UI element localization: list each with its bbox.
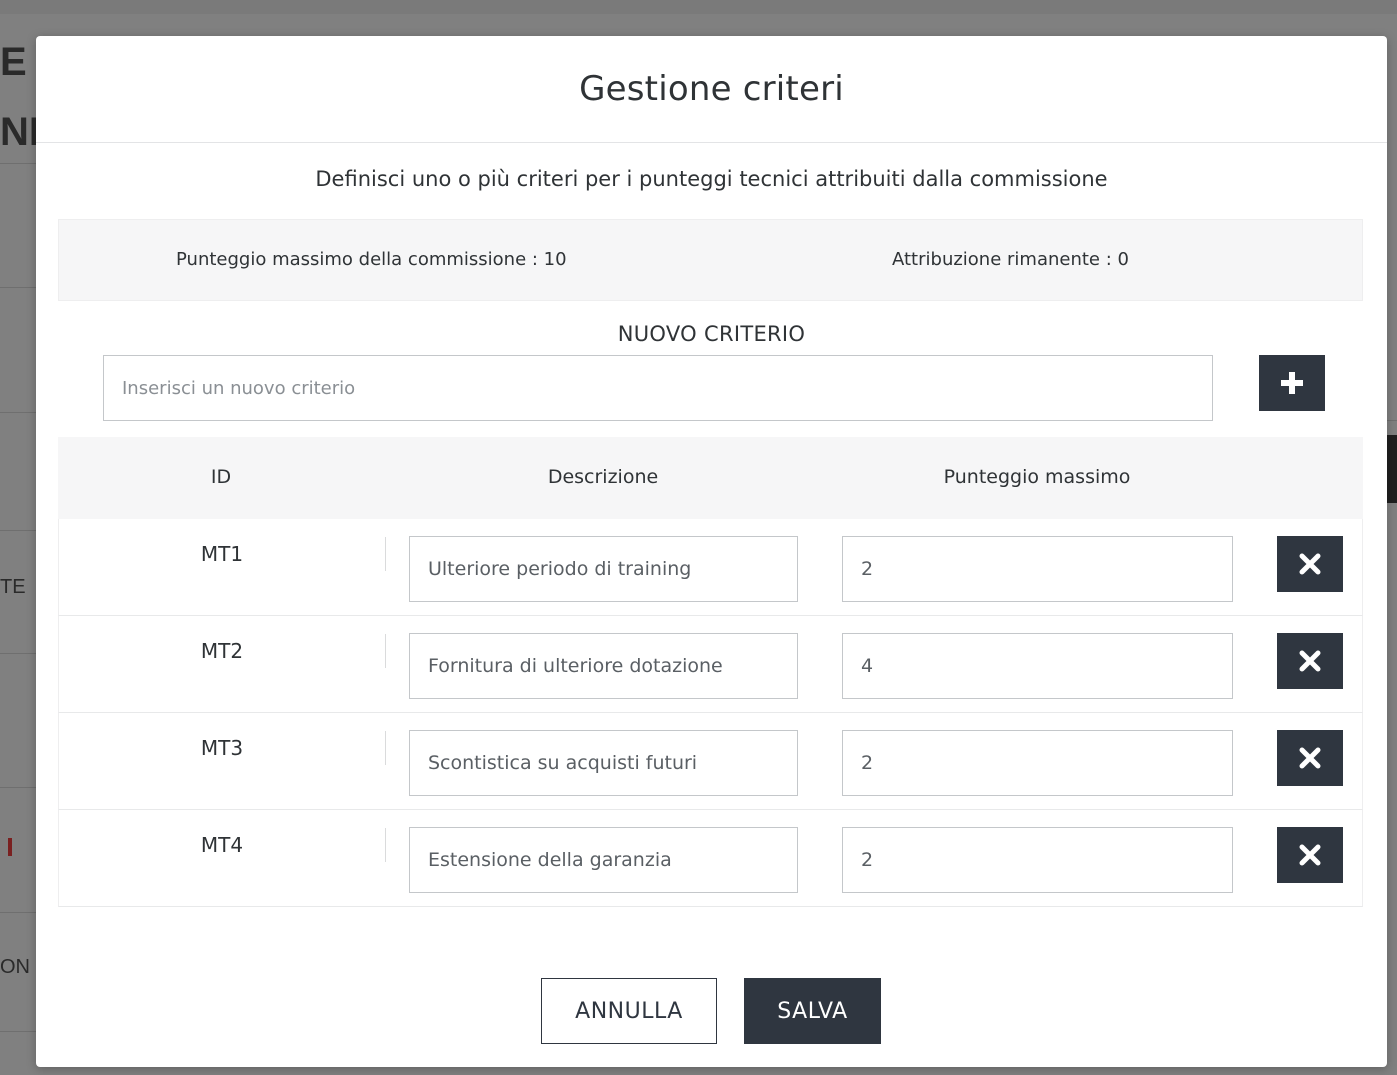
column-header-description: Descrizione [547, 466, 659, 488]
modal-title: Gestione criteri [579, 69, 844, 109]
table-row: MT3 [58, 713, 1363, 810]
cell-divider [385, 731, 386, 765]
background-red-marker [8, 838, 12, 856]
background-divider [0, 1031, 40, 1032]
close-icon [1299, 844, 1321, 866]
cell-divider [385, 828, 386, 862]
max-score-label: Punteggio massimo della commissione : 10 [176, 249, 567, 270]
delete-criterion-button[interactable] [1277, 536, 1343, 592]
table-row: MT4 [58, 810, 1363, 907]
modal-subtitle: Definisci uno o più criteri per i punteg… [315, 167, 1108, 191]
criterion-id: MT3 [200, 736, 244, 760]
background-header-strip [0, 0, 1397, 14]
background-text-fragment: E [0, 40, 27, 84]
new-criterion-input[interactable] [103, 355, 1213, 421]
criterion-max-score-input[interactable] [842, 730, 1233, 796]
table-row: MT2 [58, 616, 1363, 713]
cell-divider [385, 634, 386, 668]
background-divider [0, 287, 40, 288]
criterion-description-input[interactable] [409, 536, 798, 602]
plus-icon [1281, 372, 1303, 394]
criteria-table: ID Descrizione Punteggio massimo MT1 MT2 [58, 437, 1363, 907]
background-divider [0, 412, 40, 413]
cancel-button[interactable]: ANNULLA [541, 978, 717, 1044]
close-icon [1299, 747, 1321, 769]
save-button[interactable]: SALVA [744, 978, 881, 1044]
criterion-id: MT1 [200, 542, 244, 566]
background-divider [0, 653, 40, 654]
score-info-bar: Punteggio massimo della commissione : 10… [58, 219, 1363, 301]
background-divider [0, 163, 40, 164]
criterion-max-score-input[interactable] [842, 827, 1233, 893]
add-criterion-button[interactable] [1259, 355, 1325, 411]
column-header-max-score: Punteggio massimo [943, 466, 1131, 488]
close-icon [1299, 650, 1321, 672]
background-divider [0, 530, 40, 531]
criterion-id: MT4 [200, 833, 244, 857]
new-criterion-title: NUOVO CRITERIO [617, 322, 806, 346]
criterion-max-score-input[interactable] [842, 633, 1233, 699]
table-header: ID Descrizione Punteggio massimo [58, 437, 1363, 519]
table-row: MT1 [58, 519, 1363, 616]
criterion-max-score-input[interactable] [842, 536, 1233, 602]
background-divider [0, 787, 40, 788]
criterion-description-input[interactable] [409, 633, 798, 699]
criterion-description-input[interactable] [409, 730, 798, 796]
delete-criterion-button[interactable] [1277, 827, 1343, 883]
criteria-modal: Gestione criteri Definisci uno o più cri… [36, 36, 1387, 1067]
column-header-id: ID [210, 466, 232, 488]
criterion-description-input[interactable] [409, 827, 798, 893]
cell-divider [385, 537, 386, 571]
background-divider [0, 912, 40, 913]
modal-header: Gestione criteri [36, 36, 1387, 143]
delete-criterion-button[interactable] [1277, 633, 1343, 689]
background-text-fragment: ON [0, 956, 30, 978]
delete-criterion-button[interactable] [1277, 730, 1343, 786]
remaining-score-label: Attribuzione rimanente : 0 [892, 249, 1129, 270]
close-icon [1299, 553, 1321, 575]
criterion-id: MT2 [200, 639, 244, 663]
background-text-fragment: TE [0, 576, 26, 598]
